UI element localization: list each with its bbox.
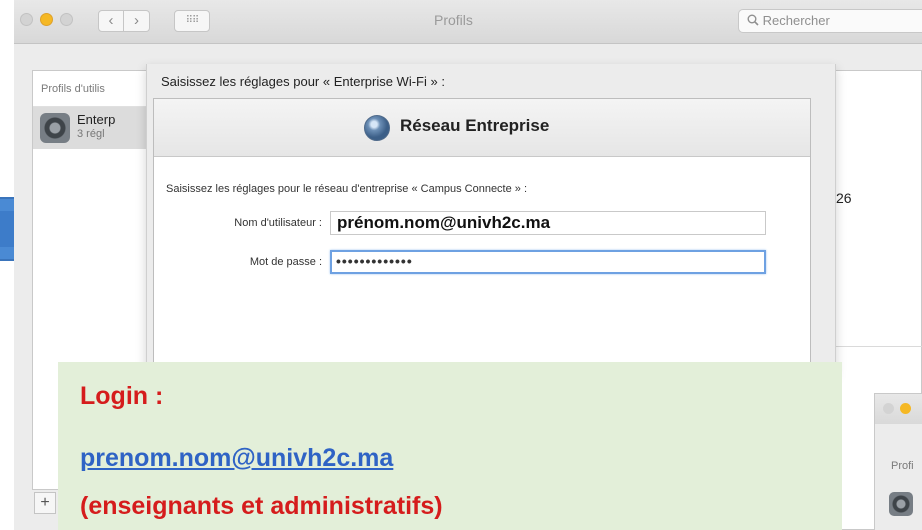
title-bar: ‹ › ⠿⠿ Profils Rechercher — [14, 0, 922, 44]
sheet-prompt: Saisissez les réglages pour « Enterprise… — [161, 74, 445, 89]
login-annotation-box: Login : prenom.nom@univh2c.ma (enseignan… — [58, 362, 842, 530]
profile-item-enterprise[interactable]: Enterp 3 régl — [33, 107, 157, 149]
network-title: Réseau Entreprise — [400, 116, 550, 135]
password-label: Mot de passe : — [249, 256, 322, 268]
profiles-list-header: Profils d'utilis — [33, 71, 157, 107]
window-title: Profils — [434, 12, 473, 28]
annotation-title: Login : — [80, 382, 164, 410]
second-window-minimize-button[interactable] — [900, 403, 911, 414]
detail-partial-text: 26 — [836, 190, 852, 206]
second-window-gear-icon — [889, 492, 913, 516]
password-field[interactable]: ••••••••••••• — [330, 250, 766, 274]
network-panel-header: Réseau Entreprise — [154, 99, 810, 157]
close-window-button[interactable] — [20, 13, 33, 26]
network-prompt: Saisissez les réglages pour le réseau d'… — [166, 183, 528, 195]
profile-gear-icon — [40, 113, 70, 143]
enterprise-wifi-sheet: Saisissez les réglages pour « Enterprise… — [146, 64, 836, 374]
back-button[interactable]: ‹ — [98, 10, 124, 32]
username-label: Nom d'utilisateur : — [234, 217, 322, 229]
second-window-close-button[interactable] — [883, 403, 894, 414]
show-all-grid-icon[interactable]: ⠿⠿ — [174, 10, 210, 32]
annotation-audience: (enseignants et administratifs) — [80, 492, 443, 520]
add-profile-button[interactable]: + — [34, 492, 56, 514]
blue-arrow-fragment — [0, 197, 14, 261]
profile-settings-count: 3 régl — [77, 128, 105, 140]
zoom-window-button[interactable] — [60, 13, 73, 26]
minimize-window-button[interactable] — [40, 13, 53, 26]
profile-name: Enterp — [77, 112, 116, 127]
second-profiles-window: Profi — [874, 393, 922, 530]
second-window-list-header: Profi — [891, 460, 914, 472]
forward-button[interactable]: › — [124, 10, 150, 32]
enterprise-network-panel: Réseau Entreprise Saisissez les réglages… — [153, 98, 811, 374]
username-field[interactable]: prénom.nom@univh2c.ma — [330, 211, 766, 235]
second-window-title-bar — [875, 394, 922, 424]
search-field[interactable]: Rechercher — [738, 9, 922, 33]
search-placeholder: Rechercher — [762, 13, 830, 28]
network-globe-icon — [364, 115, 390, 141]
search-icon — [747, 14, 759, 26]
annotation-login-link[interactable]: prenom.nom@univh2c.ma — [80, 444, 393, 473]
